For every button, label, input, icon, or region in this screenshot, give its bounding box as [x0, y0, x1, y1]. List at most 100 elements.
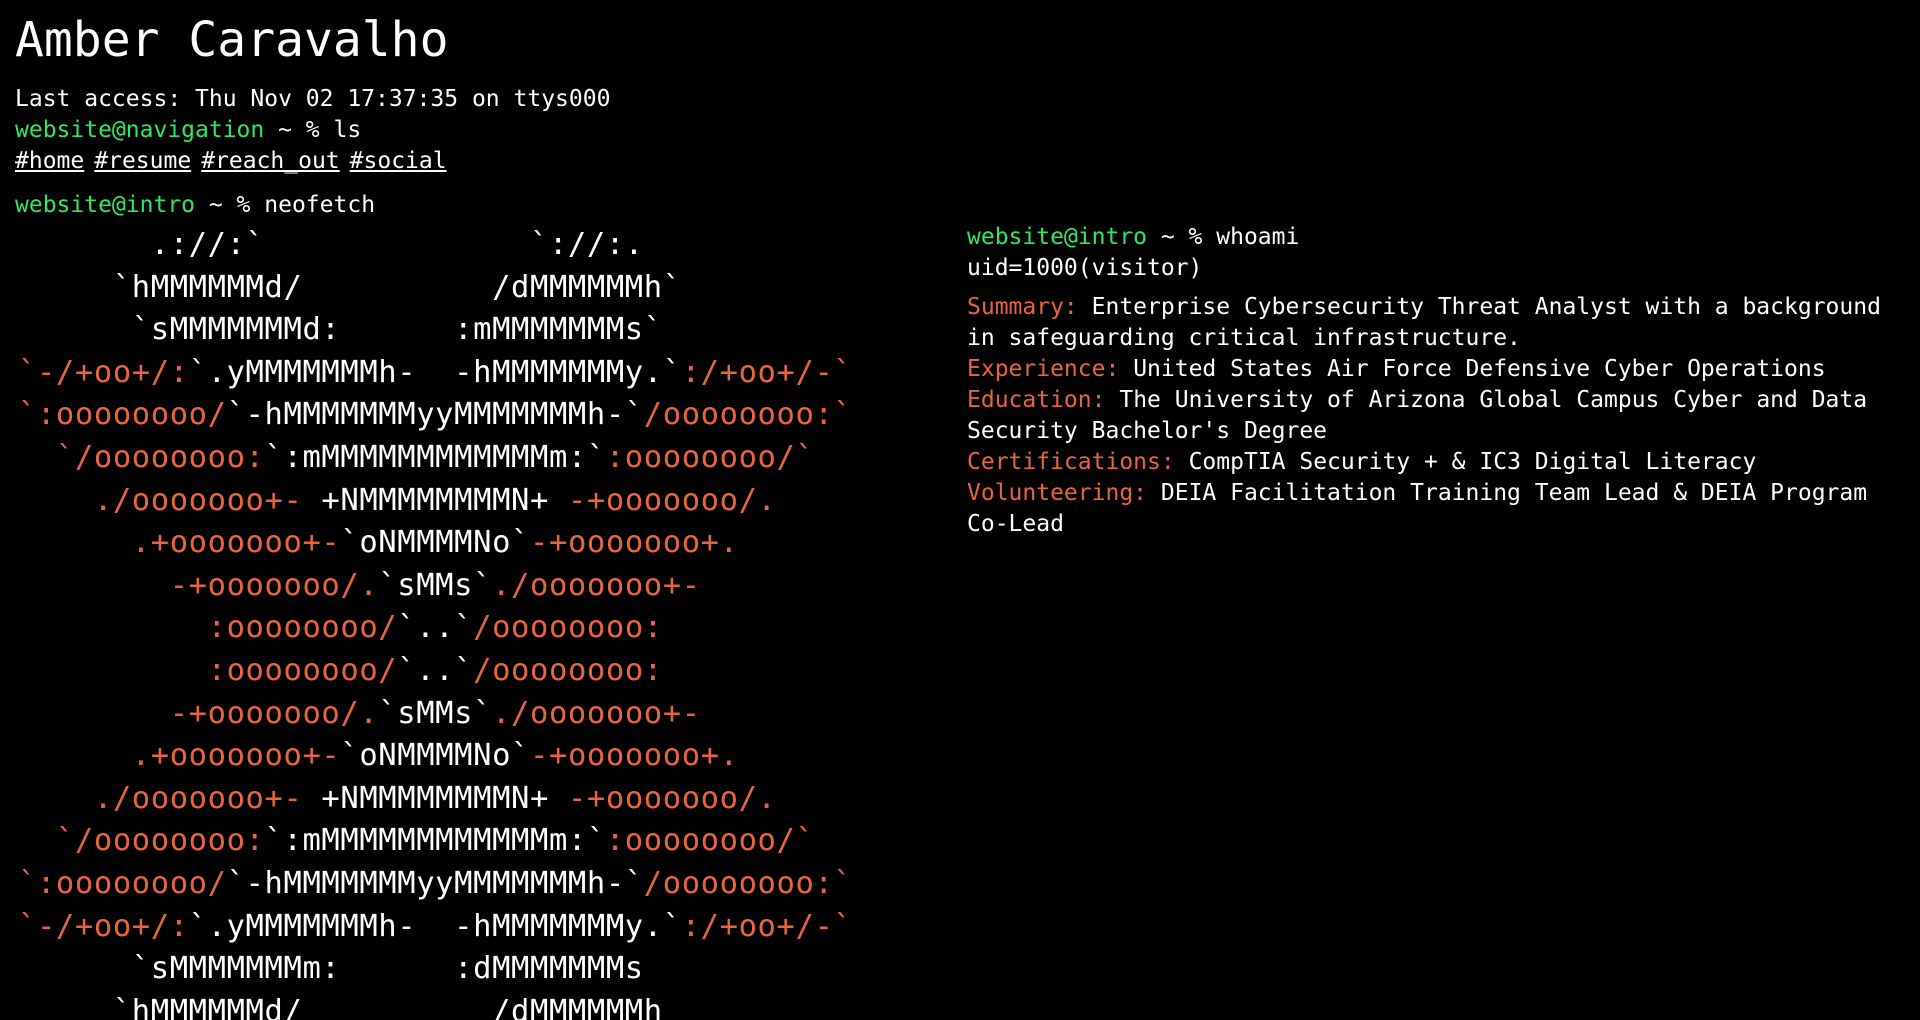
neofetch-ascii-logo: .://:` `://:. `hMMMMMMd/ /dMMMMMMh` `sMM… [18, 224, 852, 1020]
ascii-segment: -+ooooooo/. [18, 695, 379, 731]
ascii-segment: :oooooooo/` [605, 439, 815, 475]
ascii-line: `-/+oo+/:`.yMMMMMMMh- -hMMMMMMMy.`:/+oo+… [18, 906, 852, 949]
certifications-entry: Certifications: CompTIA Security + & IC3… [967, 447, 1887, 478]
ascii-line: :oooooooo/`..`/oooooooo: [18, 650, 852, 693]
command-text: whoami [1216, 224, 1300, 250]
ascii-segment: /oooooooo:` [643, 865, 853, 901]
ascii-segment: `hMMMMMMd/ /dMMMMMMh` [18, 269, 682, 305]
experience-entry: Experience: United States Air Force Defe… [967, 354, 1887, 385]
ascii-line: -+ooooooo/.`sMMs`./ooooooo+- [18, 693, 852, 736]
command-text: ls [333, 117, 362, 143]
nav-link-resume[interactable]: #resume [94, 148, 191, 174]
certifications-label: Certifications: [967, 449, 1175, 475]
ascii-segment: /oooooooo: [473, 652, 663, 688]
ascii-segment: `-/+oo+/: [18, 908, 189, 944]
ascii-segment: `-/+oo+/: [18, 354, 189, 390]
ascii-segment: `:mMMMMMMMMMMMMm:` [264, 439, 606, 475]
experience-value: United States Air Force Defensive Cyber … [1133, 356, 1826, 382]
ascii-segment: `-hMMMMMMMyyMMMMMMMh-` [226, 397, 644, 433]
ascii-segment: -+ooooooo/. [548, 482, 777, 518]
ascii-segment: :oooooooo/ [18, 610, 398, 646]
prompt-symbol: ~ % [195, 192, 265, 218]
ascii-segment: `:oooooooo/ [18, 397, 227, 433]
ascii-segment: `-hMMMMMMMyyMMMMMMMh-` [226, 865, 644, 901]
ascii-line: `:oooooooo/`-hMMMMMMMyyMMMMMMMh-`/oooooo… [18, 394, 852, 437]
ascii-line: `:oooooooo/`-hMMMMMMMyyMMMMMMMh-`/oooooo… [18, 863, 852, 906]
ascii-line: ./ooooooo+- +NMMMMMMMMN+ -+ooooooo/. [18, 778, 852, 821]
ascii-line: .+ooooooo+-`oNMMMMNo`-+ooooooo+. [18, 522, 852, 565]
ascii-segment: :/+oo+/-` [681, 908, 853, 944]
ascii-segment: `sMMMMMMMd: :mMMMMMMMs` [18, 312, 663, 348]
certifications-value: CompTIA Security + & IC3 Digital Literac… [1188, 449, 1757, 475]
ascii-segment: `:oooooooo/ [18, 865, 227, 901]
ascii-segment: -+ooooooo+. [530, 738, 739, 774]
volunteering-entry: Volunteering: DEIA Facilitation Training… [967, 478, 1887, 540]
ascii-line: `-/+oo+/:`.yMMMMMMMh- -hMMMMMMMy.`:/+oo+… [18, 352, 852, 395]
prompt-user: website@intro [967, 224, 1148, 250]
nav-link-home[interactable]: #home [15, 148, 84, 174]
education-entry: Education: The University of Arizona Glo… [967, 385, 1887, 447]
prompt-user: website@navigation [15, 117, 265, 143]
ascii-segment: `/oooooooo: [18, 439, 265, 475]
ascii-line: `sMMMMMMMd: :mMMMMMMMs` [18, 309, 852, 352]
ascii-line: `/oooooooo:`:mMMMMMMMMMMMMm:`:oooooooo/` [18, 437, 852, 480]
ascii-segment: -+ooooooo/. [18, 567, 379, 603]
ascii-segment: ./ooooooo+- [492, 695, 701, 731]
ascii-line: `hMMMMMMd/ /dMMMMMMh [18, 991, 852, 1020]
intro-prompt-line: website@intro ~ % neofetch [15, 190, 375, 221]
ascii-segment: `sMMs` [378, 695, 493, 731]
volunteering-label: Volunteering: [967, 480, 1148, 506]
profile-info: Summary: Enterprise Cybersecurity Threat… [967, 292, 1887, 540]
ascii-segment: `sMMMMMMMm: :dMMMMMMMs [18, 951, 644, 987]
ascii-segment: `..` [397, 652, 474, 688]
last-access-line: Last access: Thu Nov 02 17:37:35 on ttys… [15, 86, 611, 112]
ascii-segment: `:mMMMMMMMMMMMMm:` [264, 823, 606, 859]
summary-value: Enterprise Cybersecurity Threat Analyst … [967, 294, 1881, 351]
whoami-panel: website@intro ~ % whoami uid=1000(visito… [967, 222, 1887, 540]
nav-link-social[interactable]: #social [350, 148, 447, 174]
nav-links: #home #resume #reach_out #social [15, 146, 457, 177]
prompt-symbol: ~ % [264, 117, 334, 143]
ascii-segment: `.yMMMMMMMh- -hMMMMMMMy.` [188, 354, 682, 390]
ascii-segment: +NMMMMMMMMN+ [321, 482, 549, 518]
ascii-line: -+ooooooo/.`sMMs`./ooooooo+- [18, 565, 852, 608]
ascii-segment: `sMMs` [378, 567, 493, 603]
uid-line: uid=1000(visitor) [967, 255, 1203, 281]
ascii-segment: `hMMMMMMd/ /dMMMMMMh [18, 993, 663, 1020]
ascii-segment: `/oooooooo: [18, 823, 265, 859]
ascii-segment: `.yMMMMMMMh- -hMMMMMMMy.` [188, 908, 682, 944]
summary-label: Summary: [967, 294, 1078, 320]
ascii-segment: ./ooooooo+- [18, 482, 322, 518]
ascii-line: `hMMMMMMd/ /dMMMMMMh` [18, 267, 852, 310]
ascii-segment: +NMMMMMMMMN+ [321, 780, 549, 816]
ascii-line: .+ooooooo+-`oNMMMMNo`-+ooooooo+. [18, 735, 852, 778]
prompt-symbol: ~ % [1147, 224, 1217, 250]
ascii-segment: .://:` `://:. [18, 227, 644, 262]
command-text: neofetch [264, 192, 376, 218]
ascii-segment: .+ooooooo+- [18, 525, 341, 561]
ascii-line: .://:` `://:. [18, 224, 852, 267]
summary-entry: Summary: Enterprise Cybersecurity Threat… [967, 292, 1887, 354]
navigation-prompt-line: website@navigation ~ % ls [15, 115, 361, 146]
ascii-segment: ./ooooooo+- [18, 780, 322, 816]
experience-label: Experience: [967, 356, 1120, 382]
ascii-segment: -+ooooooo/. [548, 780, 777, 816]
ascii-segment: /oooooooo:` [643, 397, 853, 433]
page-title: Amber Caravalho [15, 12, 449, 68]
ascii-segment: /oooooooo: [473, 610, 663, 646]
ascii-segment: ./ooooooo+- [492, 567, 701, 603]
nav-link-reach-out[interactable]: #reach_out [201, 148, 339, 174]
prompt-user: website@intro [15, 192, 196, 218]
education-label: Education: [967, 387, 1106, 413]
ascii-segment: `..` [397, 610, 474, 646]
ascii-line: `sMMMMMMMm: :dMMMMMMMs [18, 948, 852, 991]
ascii-segment: :/+oo+/-` [681, 354, 853, 390]
whoami-prompt-line: website@intro ~ % whoami [967, 222, 1887, 253]
ascii-segment: :oooooooo/` [605, 823, 815, 859]
ascii-segment: :oooooooo/ [18, 652, 398, 688]
ascii-segment: `oNMMMMNo` [340, 738, 531, 774]
ascii-segment: -+ooooooo+. [530, 525, 739, 561]
ascii-line: `/oooooooo:`:mMMMMMMMMMMMMm:`:oooooooo/` [18, 820, 852, 863]
ascii-segment: .+ooooooo+- [18, 738, 341, 774]
ascii-line: ./ooooooo+- +NMMMMMMMMN+ -+ooooooo/. [18, 480, 852, 523]
